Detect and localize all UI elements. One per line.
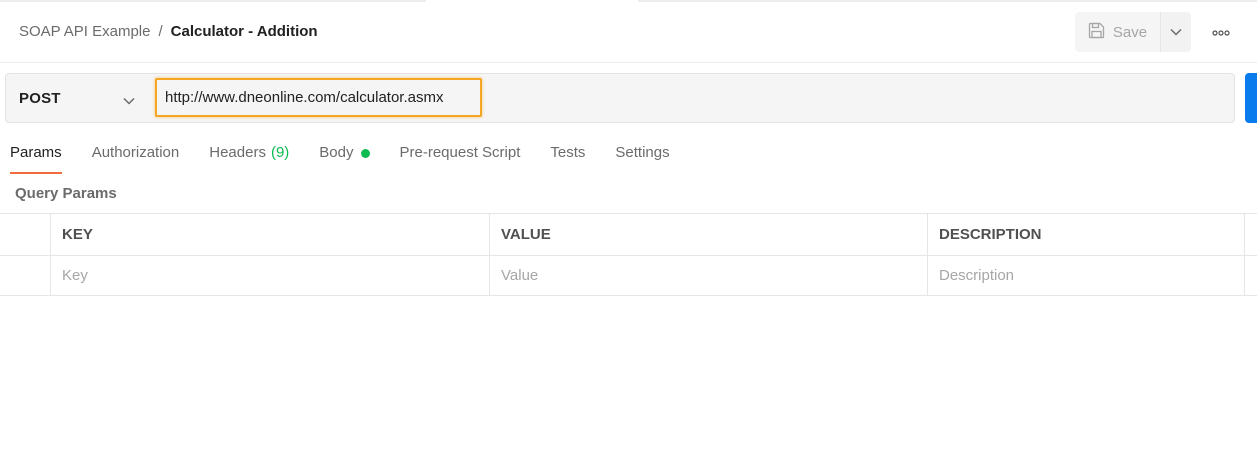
checkbox-column-header [0,214,50,255]
row-checkbox-cell [0,256,50,295]
headers-count-badge: (9) [270,144,290,161]
request-bar: POST http://www.dneonline.com/calculator… [5,73,1235,123]
column-header-key: KEY [50,214,489,255]
query-params-table: KEY VALUE DESCRIPTION Key Value Descript… [0,213,1257,296]
request-header: SOAP API Example / Calculator - Addition… [0,2,1257,63]
tab-authorization[interactable]: Authorization [92,140,180,174]
description-input[interactable]: Description [927,256,1244,295]
breadcrumb: SOAP API Example / Calculator - Addition [19,23,318,40]
tab-params[interactable]: Params [10,140,62,174]
url-input[interactable]: http://www.dneonline.com/calculator.asmx [155,78,482,117]
method-label: POST [19,89,61,107]
chevron-down-icon [1170,23,1182,41]
value-input[interactable]: Value [489,256,927,295]
save-button[interactable]: Save [1075,12,1161,52]
tab-label: Body [319,144,354,161]
tab-label: Tests [550,144,586,161]
tab-label: Authorization [91,144,180,161]
tab-label: Settings [615,144,670,161]
request-name[interactable]: Calculator - Addition [171,23,318,40]
body-indicator-dot [360,149,370,158]
floppy-disk-icon [1088,22,1105,43]
send-button[interactable] [1245,73,1257,123]
chevron-down-icon [123,92,135,110]
key-input[interactable]: Key [50,256,489,295]
column-header-actions [1244,214,1257,255]
save-options-button[interactable] [1161,12,1191,52]
more-horizontal-icon [1212,23,1230,41]
more-actions-button[interactable] [1205,16,1237,48]
method-select[interactable]: POST [6,74,154,122]
save-label: Save [1112,23,1148,41]
column-header-value: VALUE [489,214,927,255]
tab-tests[interactable]: Tests [550,140,585,174]
table-header-row: KEY VALUE DESCRIPTION [0,213,1257,255]
column-header-description: DESCRIPTION [927,214,1244,255]
tab-pre-request-script[interactable]: Pre-request Script [400,140,521,174]
tab-settings[interactable]: Settings [615,140,669,174]
query-params-title: Query Params [15,185,117,202]
row-actions-cell [1244,256,1257,295]
tab-headers[interactable]: Headers (9) [209,140,289,174]
save-group: Save [1075,12,1191,52]
tab-body[interactable]: Body [319,140,370,174]
breadcrumb-separator: / [158,23,163,40]
table-row: Key Value Description [0,255,1257,296]
tab-label: Pre-request Script [399,144,521,161]
tab-label: Params [10,144,62,161]
tab-label: Headers [209,144,266,161]
request-tabs: Params Authorization Headers (9) Body Pr… [10,140,700,174]
breadcrumb-collection[interactable]: SOAP API Example [19,23,150,40]
